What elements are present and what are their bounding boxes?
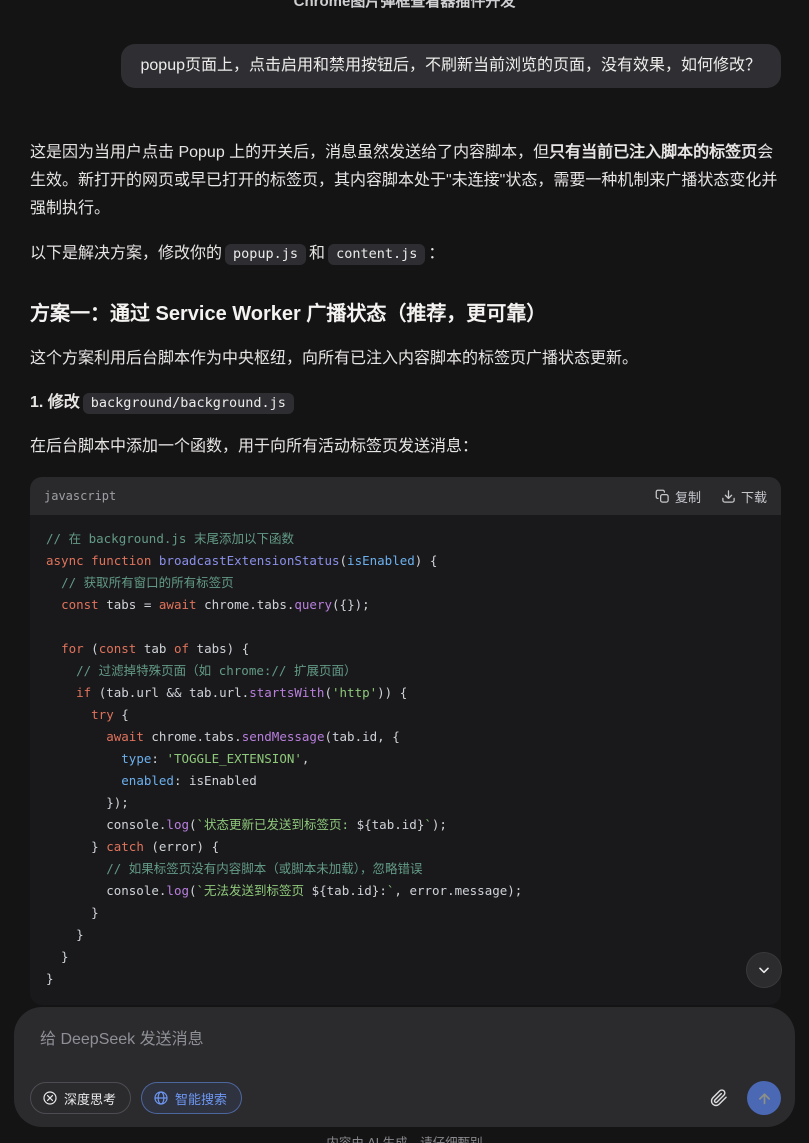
deepthink-toggle-button[interactable]: 深度思考 — [30, 1082, 131, 1114]
code-line: enabled: isEnabled — [46, 770, 765, 792]
scroll-to-bottom-button[interactable] — [746, 952, 782, 988]
send-message-button[interactable] — [747, 1081, 781, 1115]
message-composer: 深度思考 智能搜索 — [14, 1007, 795, 1127]
globe-icon — [153, 1090, 169, 1106]
composer-toolbar: 深度思考 智能搜索 — [30, 1081, 781, 1115]
code-line: } — [46, 946, 765, 968]
code-line: } — [46, 902, 765, 924]
assistant-paragraph-3: 这个方案利用后台脚本作为中央枢纽，向所有已注入内容脚本的标签页广播状态更新。 — [30, 345, 781, 373]
code-block-header: javascript 复制 下载 — [30, 477, 781, 515]
code-language-label: javascript — [44, 489, 116, 503]
message-input[interactable] — [40, 1025, 770, 1069]
code-line: const tabs = await chrome.tabs.query({})… — [46, 594, 765, 616]
arrow-up-icon — [756, 1090, 773, 1107]
code-actions: 复制 下载 — [655, 487, 767, 506]
code-line: console.log(`状态更新已发送到标签页: ${tab.id}`); — [46, 814, 765, 836]
paperclip-icon — [710, 1089, 728, 1107]
code-line — [46, 616, 765, 638]
copy-icon — [655, 489, 670, 504]
code-line: type: 'TOGGLE_EXTENSION', — [46, 748, 765, 770]
assistant-paragraph-2: 以下是解决方案，修改你的popup.js和content.js： — [30, 240, 781, 268]
code-line: await chrome.tabs.sendMessage(tab.id, { — [46, 726, 765, 748]
code-content: // 在 background.js 末尾添加以下函数async functio… — [30, 515, 781, 1005]
download-label: 下载 — [741, 487, 767, 506]
assistant-paragraph-1: 这是因为当用户点击 Popup 上的开关后，消息虽然发送给了内容脚本，但只有当前… — [30, 139, 781, 223]
inline-code: popup.js — [225, 244, 306, 265]
copy-label: 复制 — [675, 487, 701, 506]
code-line: // 在 background.js 末尾添加以下函数 — [46, 528, 765, 550]
code-line: if (tab.url && tab.url.startsWith('http'… — [46, 682, 765, 704]
atom-icon — [42, 1090, 58, 1106]
code-line: }); — [46, 792, 765, 814]
text-segment: 和 — [309, 245, 325, 262]
text-segment: 1. 修改 — [30, 394, 80, 411]
text-segment: 这是因为当用户点击 Popup 上的开关后，消息虽然发送给了内容脚本，但 — [30, 144, 549, 161]
section-heading: 方案一：通过 Service Worker 广播状态（推荐，更可靠） — [30, 297, 781, 326]
code-line: } — [46, 924, 765, 946]
text-segment: 以下是解决方案，修改你的 — [30, 245, 222, 262]
code-line: for (const tab of tabs) { — [46, 638, 765, 660]
inline-code: content.js — [328, 244, 425, 265]
code-block: javascript 复制 下载 // 在 background.js 末尾添加… — [30, 477, 781, 1005]
download-icon — [721, 489, 736, 504]
code-line: async function broadcastExtensionStatus(… — [46, 550, 765, 572]
code-line: try { — [46, 704, 765, 726]
code-line: } catch (error) { — [46, 836, 765, 858]
deepthink-label: 深度思考 — [64, 1089, 116, 1108]
code-line: console.log(`无法发送到标签页 ${tab.id}:`, error… — [46, 880, 765, 902]
web-search-toggle-button[interactable]: 智能搜索 — [141, 1082, 242, 1114]
code-line: } — [46, 968, 765, 990]
code-line: // 获取所有窗口的所有标签页 — [46, 572, 765, 594]
chevron-down-icon — [756, 962, 772, 978]
chat-title: Chrome图片弹框查看器插件开发 — [0, 0, 809, 11]
assistant-paragraph-4: 在后台脚本中添加一个函数，用于向所有活动标签页发送消息： — [30, 433, 781, 461]
deepseek-chat-window: Chrome图片弹框查看器插件开发 popup页面上，点击启用和禁用按钮后，不刷… — [0, 0, 809, 1143]
code-line: // 如果标签页没有内容脚本（或脚本未加载），忽略错误 — [46, 858, 765, 880]
ai-disclaimer: 内容由 AI 生成，请仔细甄别 — [0, 1132, 809, 1143]
user-message-bubble: popup页面上，点击启用和禁用按钮后，不刷新当前浏览的页面，没有效果，如何修改… — [121, 44, 782, 88]
text-segment: 只有当前已注入脚本的标签页 — [549, 144, 757, 161]
copy-code-button[interactable]: 复制 — [655, 487, 701, 506]
user-message-row: popup页面上，点击启用和禁用按钮后，不刷新当前浏览的页面，没有效果，如何修改… — [30, 44, 781, 88]
text-segment: ： — [428, 245, 444, 262]
attach-file-button[interactable] — [705, 1084, 733, 1112]
inline-code: background/background.js — [83, 393, 294, 414]
search-label: 智能搜索 — [175, 1089, 227, 1108]
code-line: // 过滤掉特殊页面（如 chrome:// 扩展页面） — [46, 660, 765, 682]
download-code-button[interactable]: 下载 — [721, 487, 767, 506]
step-1-label: 1. 修改background/background.js — [30, 389, 781, 417]
